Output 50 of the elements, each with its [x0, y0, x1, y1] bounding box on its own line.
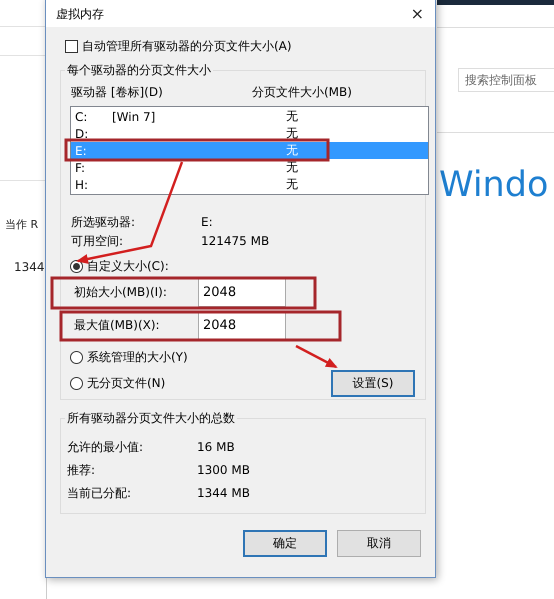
cancel-button[interactable]: 取消: [337, 530, 421, 557]
page-file-size: 无: [286, 108, 299, 125]
total-label: 推荐:: [67, 463, 96, 478]
info-label: 可用空间:: [71, 234, 124, 249]
page-file-size: 无: [286, 159, 299, 176]
list-row[interactable]: D: 无: [71, 125, 428, 142]
input-field[interactable]: 2048: [198, 278, 286, 306]
ok-button[interactable]: 确定: [243, 530, 327, 557]
background-text: 当作 R: [5, 217, 40, 232]
window-title: 虚拟内存: [56, 6, 104, 22]
total-value: 1300 MB: [197, 463, 251, 478]
annotation-arrow: [295, 344, 338, 368]
heading-text: Windo: [439, 165, 548, 205]
drive-letter: H:: [75, 178, 90, 192]
page-file-size: 无: [286, 176, 299, 193]
close-button[interactable]: ×: [408, 6, 427, 22]
list-row[interactable]: H: 无: [71, 176, 428, 193]
drive-letter: F:: [75, 160, 86, 174]
total-value: 1344 MB: [197, 486, 251, 501]
drive-letter: D:: [75, 126, 90, 140]
info-label: 所选驱动器:: [71, 215, 136, 230]
column-header: 驱动器 [卷标](D): [70, 84, 164, 100]
list-row[interactable]: C: [Win 7] 无: [71, 108, 428, 125]
drive-letter: C:: [75, 110, 88, 124]
group-title: 所有驱动器分页文件大小的总数: [65, 411, 237, 426]
total-label: 允许的最小值:: [67, 440, 144, 455]
radio-button[interactable]: [70, 376, 83, 390]
radio-label: 无分页文件(N): [87, 374, 166, 392]
set-button[interactable]: 设置(S): [331, 370, 415, 397]
page-file-size: 无: [286, 125, 299, 142]
total-value: 16 MB: [197, 440, 236, 455]
checkbox[interactable]: [65, 40, 78, 52]
column-header: 分页文件大小(MB): [251, 84, 353, 100]
drive-letter: E:: [75, 144, 88, 158]
radio-button[interactable]: [70, 350, 83, 364]
checkbox-label: 自动管理所有驱动器的分页文件大小(A): [82, 38, 292, 54]
info-value: 121475 MB: [201, 234, 270, 249]
search-field[interactable]: 搜索控制面板: [458, 68, 554, 92]
radio-button[interactable]: [70, 260, 83, 272]
total-label: 当前已分配:: [67, 486, 132, 501]
page-file-size: 无: [286, 142, 299, 159]
list-row[interactable]: F: 无: [71, 159, 428, 176]
info-value: E:: [201, 215, 214, 230]
radio-label: 系统管理的大小(Y): [87, 348, 188, 366]
field-label: 初始大小(MB)(I):: [74, 284, 168, 300]
volume-label: [Win 7]: [112, 110, 156, 124]
background-text: 1344: [14, 260, 46, 274]
group-title: 每个驱动器的分页文件大小: [65, 63, 213, 78]
field-label: 最大值(MB)(X):: [74, 316, 161, 334]
radio-label: 自定义大小(C):: [87, 258, 169, 274]
